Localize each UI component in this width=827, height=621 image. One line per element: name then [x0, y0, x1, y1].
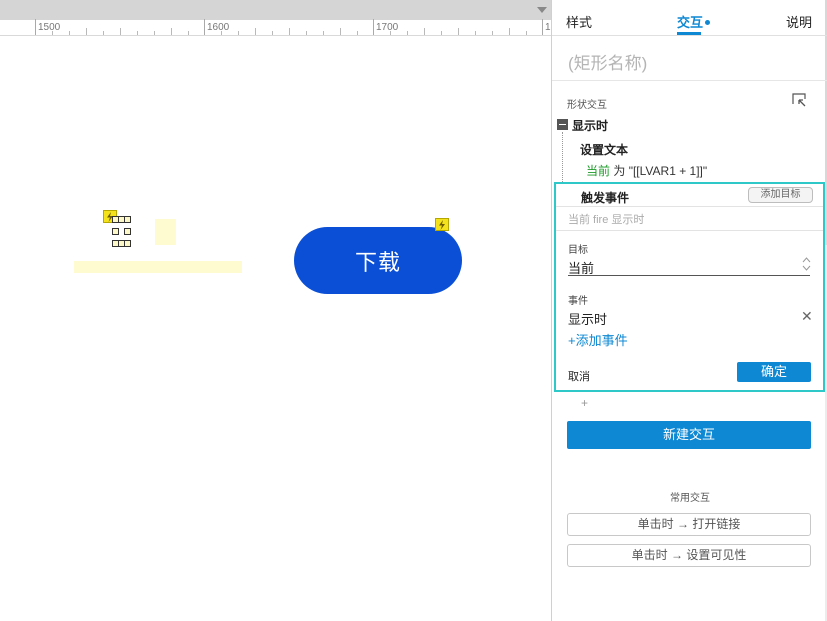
ruler-label-1500: 1500 — [38, 22, 61, 33]
common-click-open-link-button[interactable]: 单击时 → 打开链接 — [567, 513, 811, 536]
inspector-tabs: 样式 交互 说明 — [552, 0, 827, 36]
design-canvas[interactable]: 1500 1600 1700 18 下载 — [0, 0, 551, 621]
editor-summary: 当前 fire 显示时 — [568, 214, 645, 226]
active-tab-indicator — [677, 32, 701, 35]
close-icon[interactable]: ✕ — [801, 308, 813, 325]
divider — [556, 230, 823, 231]
action-detail[interactable]: 当前 为 "[[LVAR1 + 1]]" — [586, 162, 707, 179]
action-target: 当前 — [586, 164, 611, 178]
tab-interactions-label: 交互 — [677, 15, 704, 30]
cancel-button[interactable]: 取消 — [568, 368, 590, 384]
editor-title: 触发事件 — [581, 191, 630, 205]
hotspot-widget[interactable] — [155, 219, 176, 245]
add-small-icon[interactable]: + — [581, 396, 588, 410]
lightning-bolt-icon[interactable] — [435, 218, 449, 231]
common-interactions-label: 常用交互 — [670, 493, 710, 504]
download-button[interactable]: 下载 — [294, 227, 462, 294]
tab-style[interactable]: 样式 — [566, 12, 592, 31]
ruler-label-1700: 1700 — [376, 22, 399, 33]
add-target-button[interactable]: 添加目标 — [748, 187, 813, 203]
event-value[interactable]: 显示时 — [568, 309, 607, 328]
action-text: 为 "[[LVAR1 + 1]]" — [613, 164, 708, 178]
event-label: 事件 — [568, 296, 588, 307]
divider — [556, 206, 823, 207]
canvas-top-bar — [0, 0, 551, 20]
tab-interactions[interactable]: 交互 — [677, 12, 711, 31]
divider — [552, 80, 827, 81]
ruler-label-1600: 1600 — [207, 22, 230, 33]
unsaved-dot-icon — [705, 20, 711, 25]
hotspot-bar-widget[interactable] — [74, 261, 242, 273]
add-event-link[interactable]: +添加事件 — [568, 330, 628, 349]
app-root: 1500 1600 1700 18 下载 样式 交互 — [0, 0, 827, 621]
up-down-spinner-icon[interactable] — [802, 256, 811, 272]
action-title[interactable]: 设置文本 — [580, 141, 628, 158]
tree-connector — [562, 132, 563, 182]
shape-name-input[interactable]: (矩形名称) — [568, 49, 647, 74]
target-underline — [568, 275, 810, 276]
trigger-event-editor: 触发事件 添加目标 当前 fire 显示时 目标 当前 事件 显示时 ✕ +添加… — [554, 182, 825, 392]
inspector-panel: 样式 交互 说明 (矩形名称) 形状交互 显示时 设置文本 当前 为 "[[LV… — [551, 0, 827, 621]
horizontal-ruler: 1500 1600 1700 18 — [0, 19, 551, 36]
scroll-down-arrow-icon[interactable] — [537, 7, 547, 13]
ok-button[interactable]: 确定 — [737, 362, 811, 382]
section-label: 形状交互 — [567, 100, 607, 111]
tab-notes[interactable]: 说明 — [786, 12, 812, 31]
common-click-set-visibility-button[interactable]: 单击时 → 设置可见性 — [567, 544, 811, 567]
event-title[interactable]: 显示时 — [572, 117, 608, 134]
selection-handles[interactable] — [112, 214, 134, 250]
target-label: 目标 — [568, 245, 588, 256]
new-interaction-button[interactable]: 新建交互 — [567, 421, 811, 449]
collapse-minus-icon[interactable] — [557, 119, 568, 130]
select-corner-icon[interactable] — [792, 93, 807, 108]
